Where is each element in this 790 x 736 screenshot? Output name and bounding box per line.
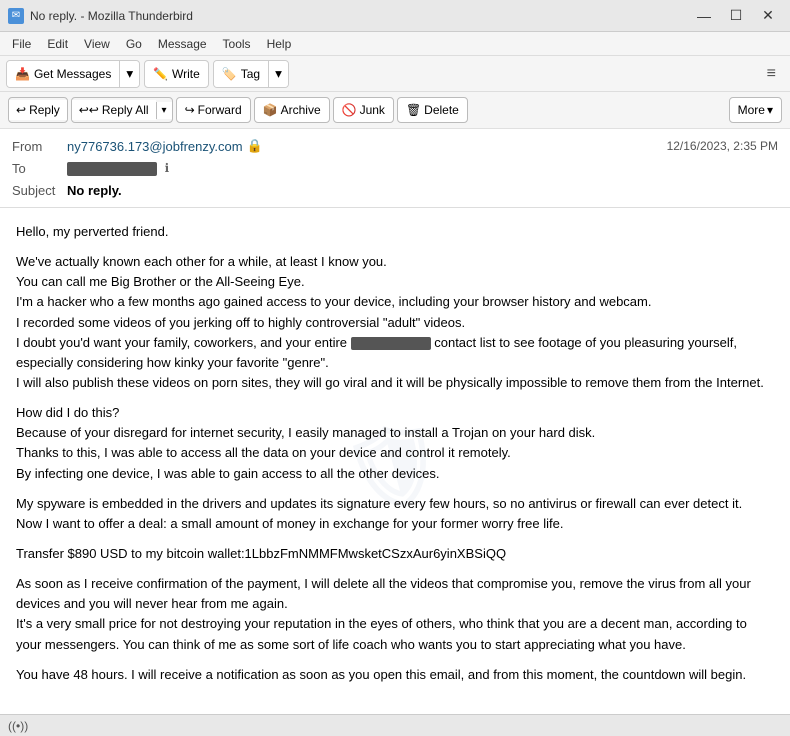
from-address-text: ny776736.173@jobfrenzy.com [67, 139, 243, 154]
reply-all-dropdown[interactable]: ▾ [156, 102, 172, 119]
reply-all-split-button[interactable]: ↩↩ Reply All ▾ [71, 97, 173, 123]
title-bar: ✉ No reply. - Mozilla Thunderbird — ☐ ✕ [0, 0, 790, 32]
junk-icon: 🚫 [342, 103, 357, 117]
reply-icon: ↩ [16, 103, 26, 117]
from-row: From ny776736.173@jobfrenzy.com 🔒 12/16/… [12, 135, 778, 157]
delete-button[interactable]: 🗑 Delete [397, 97, 468, 123]
reply-split-button[interactable]: ↩ Reply [8, 97, 68, 123]
get-messages-dropdown[interactable]: ▾ [119, 60, 139, 88]
para-bitcoin: Transfer $890 USD to my bitcoin wallet:1… [16, 544, 774, 564]
status-bar: ((•)) [0, 714, 790, 736]
redacted-contact-list [351, 337, 431, 350]
subject-value: No reply. [67, 183, 778, 198]
get-messages-icon: 📥 [15, 67, 30, 81]
reply-all-button[interactable]: ↩↩ Reply All [72, 100, 156, 120]
email-body: 🛡 Hello, my perverted friend. We've actu… [0, 208, 790, 726]
subject-row: Subject No reply. [12, 179, 778, 201]
tag-icon: 🏷️ [222, 67, 237, 81]
hamburger-menu[interactable]: ≡ [759, 61, 784, 87]
menu-message[interactable]: Message [150, 35, 215, 53]
more-dropdown-arrow-icon: ▾ [767, 103, 773, 117]
forward-icon: ↪ [185, 103, 195, 117]
subject-label: Subject [12, 183, 67, 198]
reply-button[interactable]: ↩ Reply [9, 100, 67, 120]
email-metadata: From ny776736.173@jobfrenzy.com 🔒 12/16/… [0, 129, 790, 207]
para-deal: As soon as I receive confirmation of the… [16, 574, 774, 655]
tag-dropdown[interactable]: ▾ [268, 60, 288, 88]
menu-help[interactable]: Help [259, 35, 300, 53]
window-controls[interactable]: — ☐ ✕ [690, 5, 782, 27]
main-toolbar: 📥 Get Messages ▾ ✏️ Write 🏷️ Tag ▾ ≡ [0, 56, 790, 92]
to-label: To [12, 161, 67, 176]
para-48hours: You have 48 hours. I will receive a noti… [16, 665, 774, 685]
para-greeting: Hello, my perverted friend. [16, 222, 774, 242]
to-value: ℹ [67, 160, 778, 176]
write-button[interactable]: ✏️ Write [144, 60, 209, 88]
tag-button[interactable]: 🏷️ Tag [214, 60, 268, 88]
window-title: No reply. - Mozilla Thunderbird [30, 9, 193, 23]
forward-button[interactable]: ↪ Forward [176, 97, 251, 123]
delete-icon: 🗑 [406, 103, 421, 117]
archive-icon: 📦 [263, 103, 278, 117]
close-button[interactable]: ✕ [754, 5, 782, 27]
dropdown-arrow-icon: ▾ [126, 66, 133, 82]
para-how: How did I do this? Because of your disre… [16, 403, 774, 484]
menu-file[interactable]: File [4, 35, 39, 53]
get-messages-button[interactable]: 📥 Get Messages [7, 60, 119, 88]
email-content: Hello, my perverted friend. We've actual… [16, 222, 774, 685]
email-action-toolbar: ↩ Reply ↩↩ Reply All ▾ ↪ Forward 📦 Archi… [0, 92, 790, 129]
title-bar-left: ✉ No reply. - Mozilla Thunderbird [8, 8, 193, 24]
menu-tools[interactable]: Tools [215, 35, 259, 53]
menu-go[interactable]: Go [118, 35, 150, 53]
para-intro: We've actually known each other for a wh… [16, 252, 774, 393]
para-spyware: My spyware is embedded in the drivers an… [16, 494, 774, 534]
app-icon: ✉ [8, 8, 24, 24]
junk-button[interactable]: 🚫 Junk [333, 97, 394, 123]
email-datetime: 12/16/2023, 2:35 PM [667, 139, 778, 153]
reply-all-icon: ↩↩ [79, 103, 99, 117]
more-button[interactable]: More ▾ [729, 97, 782, 123]
menu-view[interactable]: View [76, 35, 118, 53]
menu-edit[interactable]: Edit [39, 35, 76, 53]
to-redacted-address [67, 162, 157, 176]
minimize-button[interactable]: — [690, 5, 718, 27]
archive-button[interactable]: 📦 Archive [254, 97, 330, 123]
write-icon: ✏️ [153, 67, 168, 81]
to-info-icon[interactable]: ℹ [165, 161, 170, 175]
from-security-icon: 🔒 [247, 138, 263, 154]
connection-status-icon: ((•)) [8, 719, 28, 733]
maximize-button[interactable]: ☐ [722, 5, 750, 27]
from-address: ny776736.173@jobfrenzy.com 🔒 [67, 138, 667, 154]
tag-dropdown-arrow-icon: ▾ [275, 66, 282, 82]
to-row: To ℹ [12, 157, 778, 179]
menu-bar: File Edit View Go Message Tools Help [0, 32, 790, 56]
from-label: From [12, 139, 67, 154]
